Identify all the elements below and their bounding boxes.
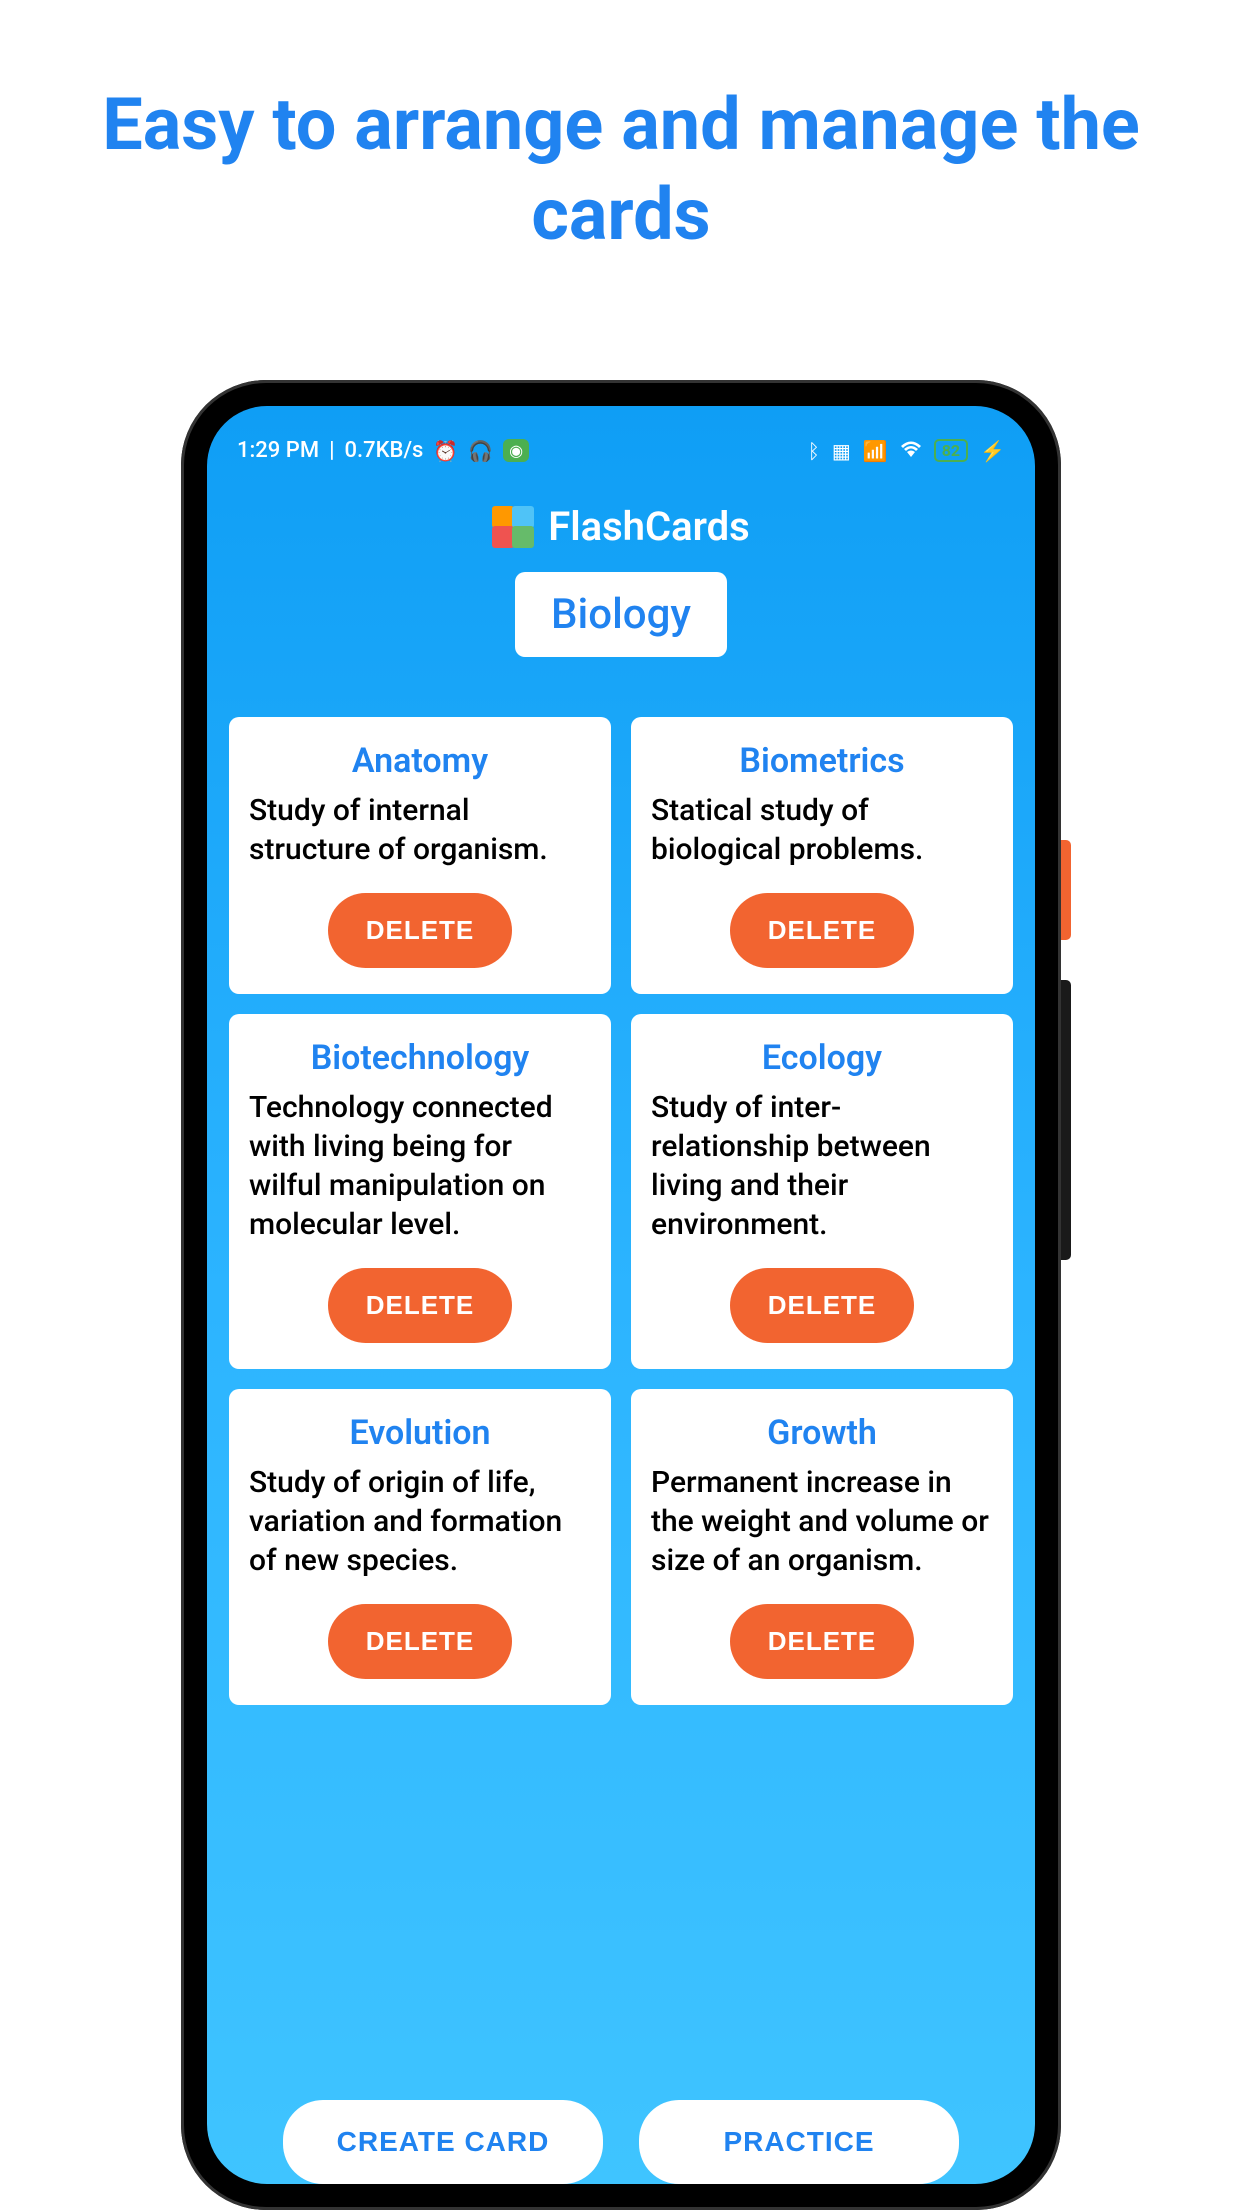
charging-icon: ⚡: [980, 439, 1005, 463]
app-name: FlashCards: [548, 503, 750, 550]
wifi-icon: [900, 439, 922, 463]
bluetooth-icon: ᛒ: [808, 439, 820, 463]
card-description: Permanent increase in the weight and vol…: [651, 1463, 993, 1580]
delete-button[interactable]: DELETE: [328, 1268, 513, 1343]
app-header: FlashCards Biology: [207, 473, 1035, 677]
delete-button[interactable]: DELETE: [328, 1604, 513, 1679]
delete-button[interactable]: DELETE: [730, 1268, 915, 1343]
card-description: Study of inter-relationship between livi…: [651, 1088, 993, 1244]
card-description: Statical study of biological problems.: [651, 791, 993, 869]
battery-icon: 82: [934, 439, 968, 462]
status-data-speed: 0.7KB/s: [345, 438, 424, 463]
category-label[interactable]: Biology: [515, 572, 727, 657]
card-evolution[interactable]: Evolution Study of origin of life, varia…: [229, 1389, 611, 1705]
app-logo-icon: [492, 506, 534, 548]
status-right: ᛒ ▦ 📶 82 ⚡: [808, 439, 1005, 463]
status-time: 1:29 PM: [237, 438, 319, 463]
delete-button[interactable]: DELETE: [730, 893, 915, 968]
card-title: Ecology: [651, 1038, 993, 1078]
card-title: Biotechnology: [249, 1038, 591, 1078]
card-ecology[interactable]: Ecology Study of inter-relationship betw…: [631, 1014, 1013, 1369]
practice-button[interactable]: PRACTICE: [639, 2100, 959, 2184]
volte-icon: ▦: [832, 439, 851, 463]
delete-button[interactable]: DELETE: [328, 893, 513, 968]
create-card-button[interactable]: CREATE CARD: [283, 2100, 603, 2184]
card-description: Technology connected with living being f…: [249, 1088, 591, 1244]
phone-screen: 1:29 PM | 0.7KB/s ⏰ 🎧 ◉ ᛒ ▦ 📶 82 ⚡: [207, 406, 1035, 2184]
phone-frame: 1:29 PM | 0.7KB/s ⏰ 🎧 ◉ ᛒ ▦ 📶 82 ⚡: [181, 380, 1061, 2210]
status-bar: 1:29 PM | 0.7KB/s ⏰ 🎧 ◉ ᛒ ▦ 📶 82 ⚡: [207, 406, 1035, 473]
card-biotechnology[interactable]: Biotechnology Technology connected with …: [229, 1014, 611, 1369]
status-app-badge-icon: ◉: [503, 439, 529, 462]
card-title: Biometrics: [651, 741, 993, 781]
promo-title: Easy to arrange and manage the cards: [0, 0, 1242, 300]
card-anatomy[interactable]: Anatomy Study of internal structure of o…: [229, 717, 611, 994]
card-biometrics[interactable]: Biometrics Statical study of biological …: [631, 717, 1013, 994]
signal-icon: 📶: [863, 439, 888, 463]
phone-power-button: [1061, 840, 1071, 940]
headphones-icon: 🎧: [468, 439, 493, 463]
bottom-action-bar: CREATE CARD PRACTICE: [207, 2080, 1035, 2184]
app-title-row: FlashCards: [492, 503, 750, 550]
card-title: Evolution: [249, 1413, 591, 1453]
battery-level: 82: [942, 441, 960, 460]
cards-grid: Anatomy Study of internal structure of o…: [207, 677, 1035, 1725]
card-description: Study of origin of life, variation and f…: [249, 1463, 591, 1580]
card-growth[interactable]: Growth Permanent increase in the weight …: [631, 1389, 1013, 1705]
card-description: Study of internal structure of organism.: [249, 791, 591, 869]
card-title: Anatomy: [249, 741, 591, 781]
card-title: Growth: [651, 1413, 993, 1453]
status-left: 1:29 PM | 0.7KB/s ⏰ 🎧 ◉: [237, 438, 529, 463]
delete-button[interactable]: DELETE: [730, 1604, 915, 1679]
phone-volume-button: [1061, 980, 1071, 1260]
alarm-icon: ⏰: [433, 439, 458, 463]
status-separator: |: [329, 438, 334, 463]
